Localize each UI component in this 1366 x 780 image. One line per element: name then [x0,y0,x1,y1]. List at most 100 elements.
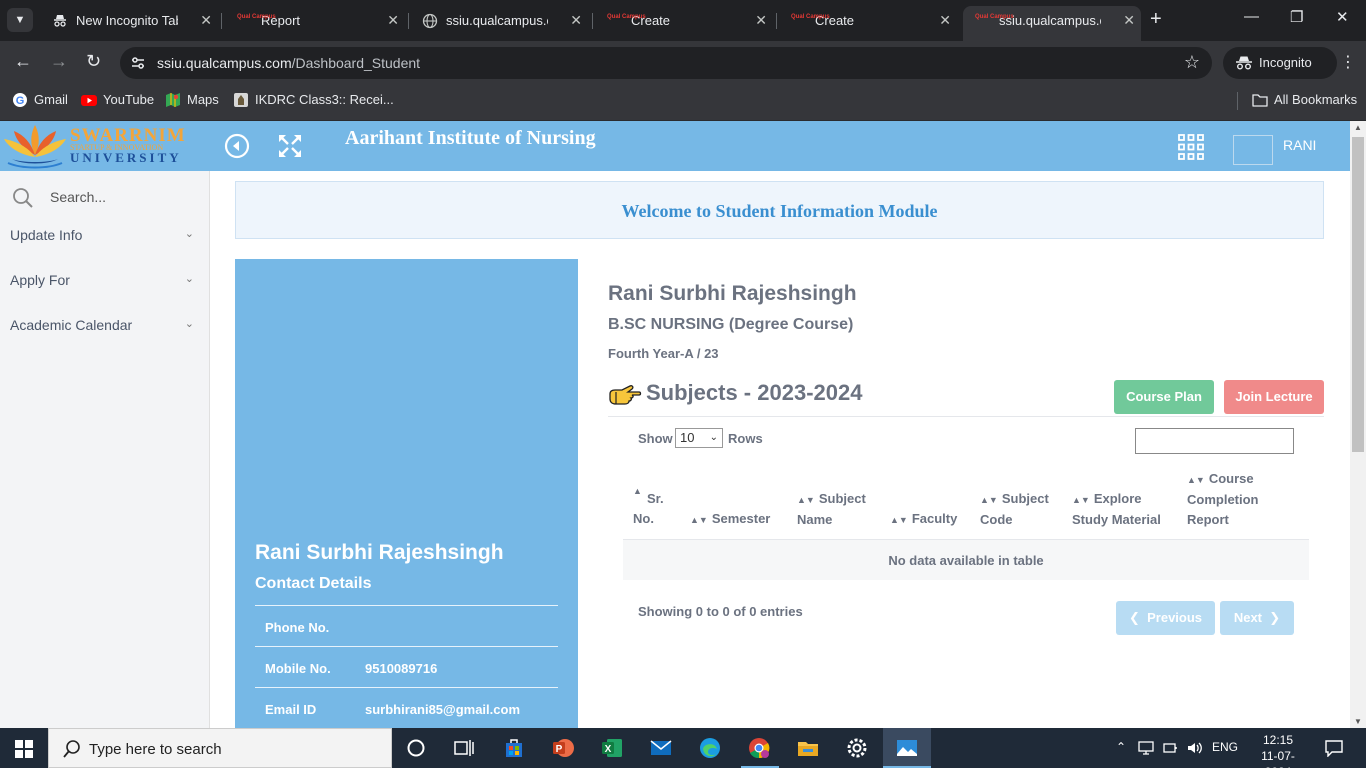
tab-new-incognito[interactable]: New Incognito Tab ✕ [40,6,218,35]
chevron-down-icon: ⌄ [184,273,194,285]
next-page-button[interactable]: Next ❯ [1220,601,1294,635]
tab-separator [408,13,409,29]
taskbar-clock[interactable]: 12:15 11-07-2024 [1248,732,1308,780]
th-faculty[interactable]: ▲▼ Faculty [890,509,957,530]
task-view-icon[interactable] [452,736,476,760]
tab-title: ssiu.qualcampus.com/ [999,13,1101,28]
volume-icon[interactable] [1186,740,1204,756]
tab-ssiu-active[interactable]: Qual Campus ssiu.qualcampus.com/ ✕ [963,6,1141,41]
th-course-completion-report[interactable]: ▲▼ Course Completion Report [1187,469,1259,530]
sidebar-item-apply-for[interactable]: Apply For ⌄ [10,272,198,292]
incognito-badge[interactable]: Incognito [1223,47,1337,79]
clock-date: 11-07-2024 [1261,749,1295,779]
minimize-button[interactable]: — [1244,8,1259,25]
all-bookmarks[interactable]: All Bookmarks [1252,92,1357,112]
sidebar-item-update-info[interactable]: Update Info ⌄ [10,227,198,247]
collapse-sidebar-icon[interactable] [224,133,250,159]
store-icon[interactable] [502,736,526,760]
close-icon[interactable]: ✕ [939,6,951,35]
sort-icon: ▲▼ [690,515,708,525]
windows-start-icon[interactable] [15,740,33,758]
table-info: Showing 0 to 0 of 0 entries [638,604,803,619]
tab-ssiu[interactable]: ssiu.qualcampus.com/ ✕ [410,6,588,35]
th-subject-code[interactable]: ▲▼ Subject Code [980,489,1049,530]
course-plan-button[interactable]: Course Plan [1114,380,1214,414]
tab-report[interactable]: Qual Campus Report ✕ [225,6,405,35]
bookmark-maps[interactable]: Maps [165,92,219,112]
sort-icon: ▲▼ [890,515,908,525]
back-icon[interactable]: ← [14,51,32,72]
th-label: Report [1187,512,1229,527]
university-logo[interactable]: SWARRNIM STARTUP & INNOVATION UNIVERSITY [0,121,190,171]
avatar[interactable] [1233,135,1273,165]
photos-icon[interactable] [895,736,919,760]
tab-create-1[interactable]: Qual Campus Create ✕ [595,6,773,35]
scroll-down-icon[interactable]: ▼ [1354,717,1362,726]
tab-title: ssiu.qualcampus.com/ [446,13,548,28]
site-settings-icon[interactable] [130,55,146,71]
previous-label: Previous [1147,610,1203,625]
sidebar-search[interactable]: Search... [12,185,202,209]
address-bar[interactable]: ssiu.qualcampus.com/Dashboard_Student ☆ [120,47,1212,79]
bookmark-youtube[interactable]: YouTube [81,92,154,112]
mail-icon[interactable] [649,736,673,760]
scroll-up-icon[interactable]: ▲ [1354,123,1362,132]
all-bookmarks-label: All Bookmarks [1274,92,1358,107]
settings-gear-icon[interactable] [845,736,869,760]
language-indicator[interactable]: ENG [1212,740,1238,754]
close-window-button[interactable]: ✕ [1336,8,1349,26]
scrollbar-thumb[interactable] [1352,137,1364,452]
rows-per-page-select[interactable]: 10 ⌄ [675,428,723,448]
new-tab-button[interactable]: + [1150,8,1162,31]
network-icon[interactable] [1138,740,1156,756]
browser-tab-strip: ▼ New Incognito Tab ✕ Qual Campus Report… [0,0,1366,41]
incognito-icon [54,15,66,27]
sidebar-item-label: Academic Calendar [10,317,133,333]
student-year: Fourth Year-A / 23 [608,346,719,361]
th-explore-study-material[interactable]: ▲▼ Explore Study Material [1072,489,1161,530]
th-sr-no[interactable]: ▲ Sr. No. [633,486,664,529]
join-lecture-button[interactable]: Join Lecture [1224,380,1324,414]
sidebar-item-academic-calendar[interactable]: Academic Calendar ⌄ [10,317,198,337]
fullscreen-icon[interactable] [277,133,303,159]
tab-search-button[interactable]: ▼ [7,8,33,32]
table-search-input[interactable] [1135,428,1294,454]
restore-button[interactable]: ❐ [1290,8,1303,26]
cortana-icon[interactable] [404,736,428,760]
chrome-icon[interactable] [747,736,771,760]
page-scrollbar[interactable]: ▲ ▼ [1350,121,1366,728]
taskbar-search[interactable]: Type here to search [48,728,392,768]
divider [608,416,1324,417]
reload-icon[interactable]: ↻ [86,51,101,72]
close-icon[interactable]: ✕ [1123,6,1135,35]
incognito-icon [1236,56,1252,70]
tray-chevron-up-icon[interactable]: ⌃ [1116,740,1126,754]
edge-icon[interactable] [698,736,722,760]
battery-plug-icon[interactable] [1162,740,1178,756]
sidebar-item-label: Update Info [10,227,83,243]
powerpoint-icon[interactable]: P [551,736,575,760]
sort-icon: ▲▼ [1187,475,1205,485]
bookmark-ikdrc[interactable]: IKDRC Class3:: Recei... [233,92,394,112]
close-icon[interactable]: ✕ [387,6,399,35]
pointing-hand-icon [609,385,642,405]
forward-icon[interactable]: → [50,51,68,72]
file-explorer-icon[interactable] [796,736,820,760]
institute-name: Aarihant Institute of Nursing [345,127,596,149]
tab-create-2[interactable]: Qual Campus Create ✕ [779,6,957,35]
notifications-icon[interactable] [1324,739,1344,757]
youtube-icon [81,95,97,106]
th-subject-name[interactable]: ▲▼ Subject Name [797,489,866,530]
previous-page-button[interactable]: ❮ Previous [1116,601,1215,635]
close-icon[interactable]: ✕ [570,6,582,35]
bookmark-star-icon[interactable]: ☆ [1184,52,1200,73]
bookmark-gmail[interactable]: G Gmail [12,92,68,112]
close-icon[interactable]: ✕ [755,6,767,35]
th-label: Course [1208,471,1254,486]
apps-grid-icon[interactable] [1178,134,1204,160]
excel-icon[interactable]: X [600,736,624,760]
th-semester[interactable]: ▲▼ Semester [690,509,770,530]
user-name[interactable]: RANI [1283,137,1316,153]
close-icon[interactable]: ✕ [200,6,212,35]
menu-kebab-icon[interactable]: ⋮ [1340,52,1356,72]
